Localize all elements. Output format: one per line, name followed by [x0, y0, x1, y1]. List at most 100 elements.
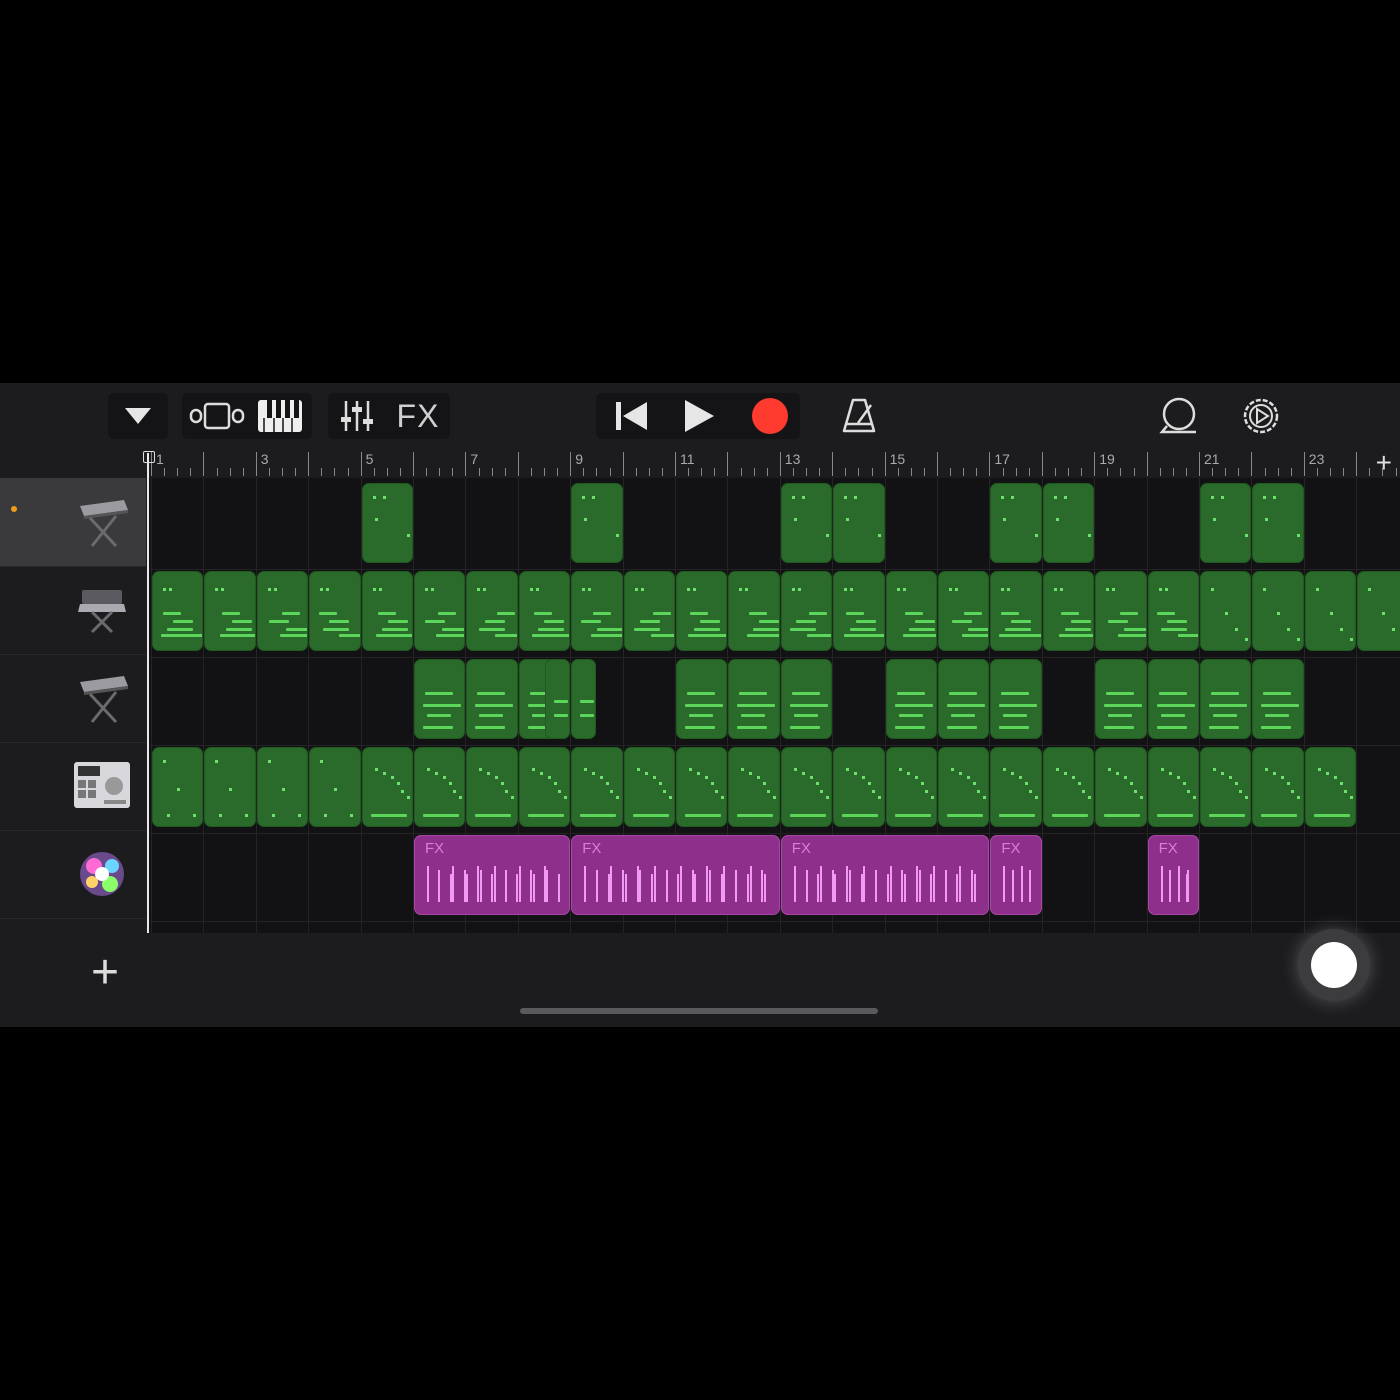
ruler-bar-tick [1303, 452, 1305, 476]
midi-region-track-3[interactable] [1095, 659, 1147, 739]
midi-region-track-3[interactable] [414, 659, 466, 739]
midi-region-track-1[interactable] [990, 483, 1042, 563]
drum-region-track-4[interactable] [780, 747, 833, 827]
play-button[interactable] [670, 393, 728, 439]
fx-region[interactable]: FX [780, 835, 990, 915]
midi-region-track-2[interactable] [204, 571, 256, 651]
midi-region-track-3[interactable] [571, 659, 597, 739]
fx-region[interactable]: FX [990, 835, 1042, 915]
midi-region-track-1[interactable] [780, 483, 833, 563]
midi-region-track-1[interactable] [571, 483, 623, 563]
drum-region-track-4[interactable] [1252, 747, 1304, 827]
midi-region-track-1[interactable] [1252, 483, 1304, 563]
midi-region-track-2[interactable] [676, 571, 728, 651]
midi-region-track-2[interactable] [623, 571, 675, 651]
fx-region[interactable]: FX [571, 835, 780, 915]
drum-region-track-4[interactable] [204, 747, 256, 827]
midi-region-track-2[interactable] [1147, 571, 1199, 651]
fx-region[interactable]: FX [414, 835, 571, 915]
midi-region-track-2[interactable] [1357, 571, 1400, 651]
midi-region-track-2[interactable] [780, 571, 833, 651]
keyboard-button[interactable] [252, 393, 308, 439]
midi-region-track-2[interactable] [414, 571, 466, 651]
midi-region-track-2[interactable] [518, 571, 571, 651]
midi-region-track-3[interactable] [780, 659, 833, 739]
midi-region-track-2[interactable] [466, 571, 518, 651]
midi-region-track-3[interactable] [1200, 659, 1252, 739]
midi-region-track-2[interactable] [571, 571, 623, 651]
rewind-button[interactable] [602, 393, 660, 439]
track-lanes[interactable]: FX FX FX FX FX [148, 478, 1400, 933]
loop-browser-button[interactable] [1154, 393, 1204, 439]
playhead-handle[interactable] [143, 451, 155, 463]
track-header-2[interactable] [0, 566, 146, 655]
midi-region-track-2[interactable] [152, 571, 204, 651]
drum-region-track-4[interactable] [833, 747, 885, 827]
midi-region-track-2[interactable] [885, 571, 937, 651]
track-header-3[interactable] [0, 654, 146, 743]
add-track-button[interactable]: + [80, 948, 130, 998]
midi-region-track-2[interactable] [990, 571, 1042, 651]
midi-region-track-3[interactable] [728, 659, 780, 739]
midi-region-track-3[interactable] [1147, 659, 1199, 739]
midi-region-track-2[interactable] [1200, 571, 1252, 651]
midi-region-track-1[interactable] [361, 483, 413, 563]
midi-note [1287, 628, 1291, 631]
drum-region-track-4[interactable] [309, 747, 361, 827]
midi-region-track-2[interactable] [938, 571, 990, 651]
midi-region-track-2[interactable] [728, 571, 780, 651]
record-button[interactable] [742, 393, 798, 439]
midi-region-track-2[interactable] [361, 571, 413, 651]
midi-region-track-2[interactable] [309, 571, 361, 651]
drum-region-track-4[interactable] [152, 747, 204, 827]
drum-region-track-4[interactable] [361, 747, 413, 827]
midi-region-track-3[interactable] [990, 659, 1042, 739]
midi-region-track-1[interactable] [833, 483, 885, 563]
midi-region-track-3[interactable] [885, 659, 937, 739]
midi-region-track-3[interactable] [545, 659, 571, 739]
drum-region-track-4[interactable] [728, 747, 780, 827]
midi-region-track-2[interactable] [833, 571, 885, 651]
track-header-1[interactable] [0, 478, 146, 567]
drum-region-track-4[interactable] [1095, 747, 1147, 827]
drum-region-track-4[interactable] [676, 747, 728, 827]
drum-region-track-4[interactable] [990, 747, 1042, 827]
midi-region-track-2[interactable] [1042, 571, 1095, 651]
drum-region-track-4[interactable] [885, 747, 937, 827]
timeline-ruler[interactable]: 1 3 5 7 9 11 13 15 17 19 21 23 + [148, 448, 1400, 478]
midi-region-track-1[interactable] [1200, 483, 1252, 563]
drum-region-track-4[interactable] [1304, 747, 1357, 827]
tracks-dropdown-button[interactable] [108, 393, 168, 439]
drum-region-track-4[interactable] [1042, 747, 1095, 827]
midi-region-track-2[interactable] [256, 571, 309, 651]
drum-region-track-4[interactable] [938, 747, 990, 827]
drum-region-track-4[interactable] [256, 747, 309, 827]
midi-region-track-2[interactable] [1095, 571, 1147, 651]
tracks-view-button[interactable] [186, 393, 248, 439]
drum-region-track-4[interactable] [571, 747, 623, 827]
midi-region-track-2[interactable] [1304, 571, 1357, 651]
midi-region-track-3[interactable] [676, 659, 728, 739]
midi-region-track-3[interactable] [938, 659, 990, 739]
drum-region-track-4[interactable] [623, 747, 675, 827]
playhead[interactable] [147, 453, 149, 933]
mixer-button[interactable] [332, 393, 382, 439]
fx-button[interactable]: FX [390, 393, 446, 439]
midi-region-track-2[interactable] [1252, 571, 1304, 651]
metronome-button[interactable] [834, 393, 884, 439]
track-header-5[interactable] [0, 830, 146, 919]
drum-region-track-4[interactable] [466, 747, 518, 827]
drum-region-track-4[interactable] [414, 747, 466, 827]
drum-region-track-4[interactable] [1147, 747, 1199, 827]
settings-button[interactable] [1236, 393, 1286, 439]
track-header-4[interactable] [0, 742, 146, 831]
fx-region[interactable]: FX [1147, 835, 1199, 915]
add-section-button[interactable]: + [1376, 448, 1392, 478]
midi-region-track-1[interactable] [1042, 483, 1095, 563]
drum-region-track-4[interactable] [518, 747, 571, 827]
midi-note [739, 588, 743, 591]
midi-region-track-3[interactable] [1252, 659, 1304, 739]
drum-region-track-4[interactable] [1200, 747, 1252, 827]
midi-region-track-3[interactable] [466, 659, 518, 739]
assistive-touch-button[interactable] [1298, 929, 1370, 1001]
